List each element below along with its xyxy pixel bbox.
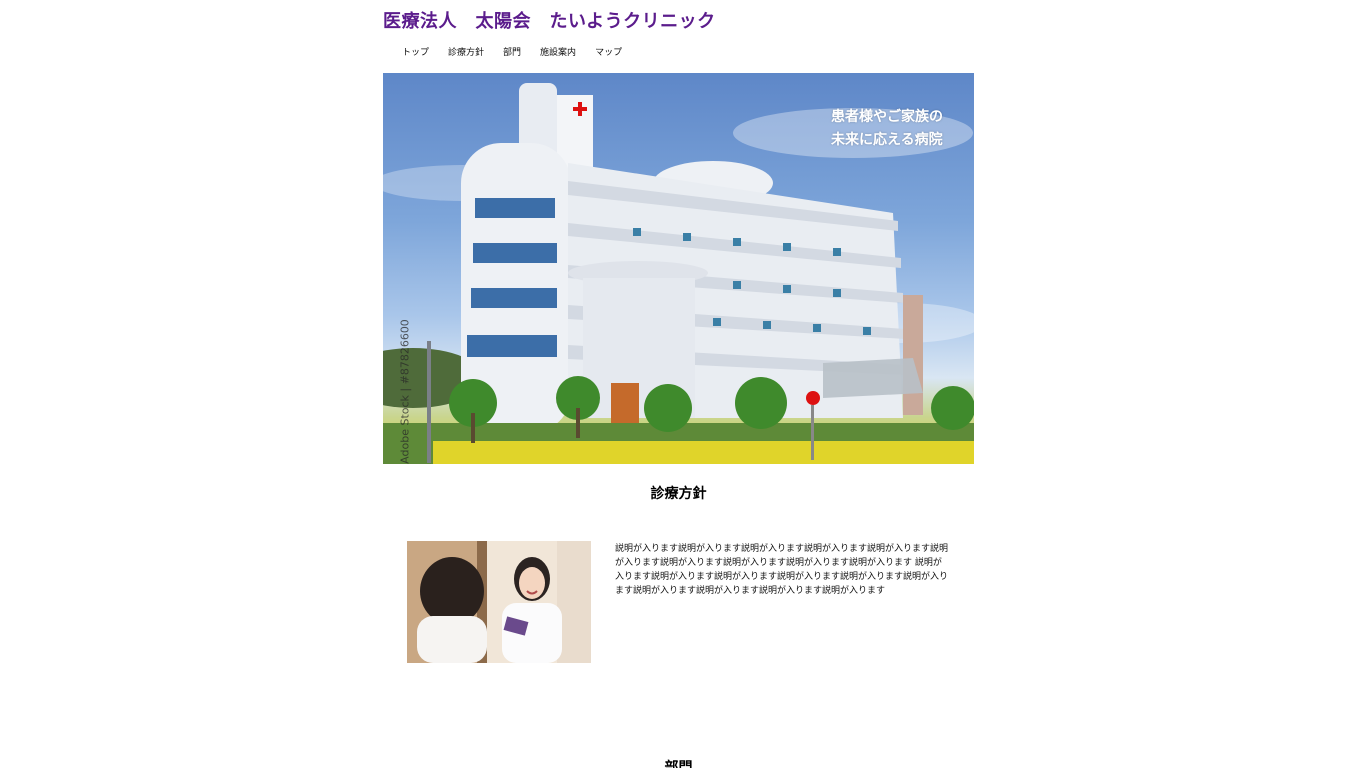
- main-nav: トップ 診療方針 部門 施設案内 マップ: [402, 45, 641, 58]
- consultation-photo: [407, 541, 591, 663]
- nav-item-top[interactable]: トップ: [402, 45, 429, 58]
- nav-item-map[interactable]: マップ: [595, 45, 622, 58]
- hero-caption-line2: 未来に応える病院: [831, 132, 943, 148]
- department-section-title: 部門: [664, 760, 693, 768]
- hero-image: 患者様やご家族の 未来に応える病院 Adobe Stock | #8782660…: [383, 73, 974, 464]
- nav-item-department[interactable]: 部門: [503, 45, 521, 58]
- policy-section-title: 診療方針: [650, 486, 707, 502]
- stock-watermark: Adobe Stock | #87826600: [398, 319, 412, 464]
- nav-item-facility[interactable]: 施設案内: [540, 45, 576, 58]
- page-container: 医療法人 太陽会 たいようクリニック トップ 診療方針 部門 施設案内 マップ: [383, 0, 974, 768]
- site-title[interactable]: 医療法人 太陽会 たいようクリニック: [383, 7, 716, 33]
- hero-caption: 患者様やご家族の 未来に応える病院: [831, 106, 943, 152]
- policy-description: 説明が入ります説明が入ります説明が入ります説明が入ります説明が入ります説明が入り…: [615, 544, 949, 596]
- nav-item-policy[interactable]: 診療方針: [448, 45, 484, 58]
- hero-caption-line1: 患者様やご家族の: [831, 109, 943, 125]
- doctor-patient-illustration: [407, 541, 591, 663]
